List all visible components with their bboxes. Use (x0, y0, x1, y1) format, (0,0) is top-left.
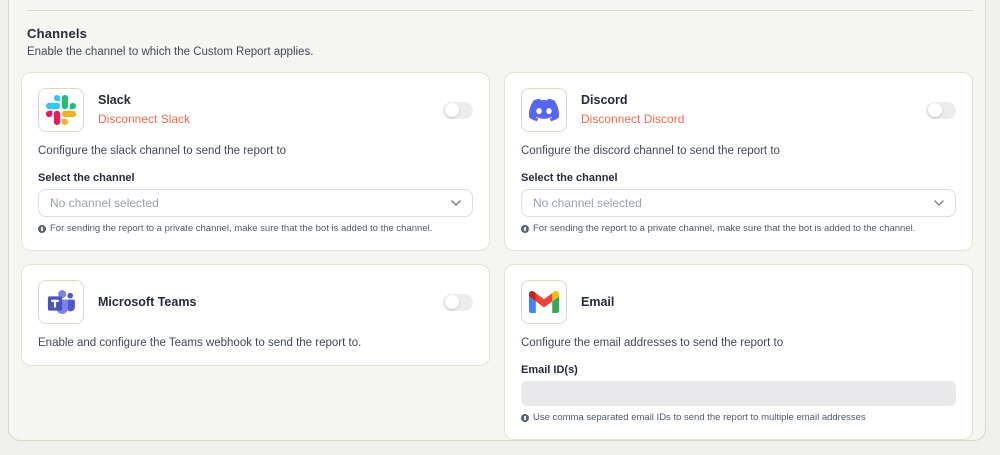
info-icon (521, 225, 529, 233)
discord-note: For sending the report to a private chan… (521, 223, 956, 234)
info-icon (521, 414, 529, 422)
slack-note: For sending the report to a private chan… (38, 223, 473, 234)
slack-card-title: Slack (98, 93, 190, 107)
slack-card-header: Slack Disconnect Slack (38, 88, 473, 132)
discord-note-text: For sending the report to a private chan… (533, 223, 915, 234)
discord-toggle[interactable] (926, 102, 956, 119)
discord-icon (521, 88, 567, 132)
email-card-titles: Email (581, 295, 614, 309)
channels-section-header: Channels Enable the channel to which the… (27, 26, 973, 58)
discord-card-title: Discord (581, 93, 684, 107)
email-card-header: Email (521, 280, 956, 324)
slack-icon (38, 88, 84, 132)
teams-toggle-knob (445, 295, 459, 309)
chevron-down-icon (934, 200, 944, 207)
discord-channel-select[interactable]: No channel selected (521, 189, 956, 217)
email-note: Use comma separated email IDs to send th… (521, 412, 956, 423)
slack-card: Slack Disconnect Slack Configure the sla… (21, 72, 490, 251)
teams-card-titles: Microsoft Teams (98, 295, 196, 309)
info-icon (38, 225, 46, 233)
teams-card-title: Microsoft Teams (98, 295, 196, 309)
microsoft-teams-icon (38, 280, 84, 324)
slack-select-label: Select the channel (38, 172, 473, 184)
discord-toggle-knob (928, 103, 942, 117)
gmail-icon (521, 280, 567, 324)
channel-cards-grid: Slack Disconnect Slack Configure the sla… (21, 72, 973, 440)
page-title: Channels (27, 26, 973, 41)
disconnect-slack-link[interactable]: Disconnect Slack (98, 112, 190, 126)
chevron-down-icon (451, 200, 461, 207)
page-subtitle: Enable the channel to which the Custom R… (27, 46, 973, 58)
slack-select-value: No channel selected (50, 196, 159, 210)
slack-channel-select[interactable]: No channel selected (38, 189, 473, 217)
discord-card-titles: Discord Disconnect Discord (581, 93, 684, 128)
slack-toggle[interactable] (443, 102, 473, 119)
discord-description: Configure the discord channel to send th… (521, 145, 956, 157)
email-card-title: Email (581, 295, 614, 309)
discord-card: Discord Disconnect Discord Configure the… (504, 72, 973, 251)
slack-toggle-knob (445, 103, 459, 117)
email-ids-input[interactable] (521, 381, 956, 406)
slack-note-text: For sending the report to a private chan… (50, 223, 432, 234)
teams-description: Enable and configure the Teams webhook t… (38, 337, 473, 349)
settings-panel: Channels Enable the channel to which the… (8, 0, 986, 441)
email-note-text: Use comma separated email IDs to send th… (533, 412, 866, 423)
discord-card-header: Discord Disconnect Discord (521, 88, 956, 132)
discord-select-value: No channel selected (533, 196, 642, 210)
teams-toggle[interactable] (443, 294, 473, 311)
slack-card-titles: Slack Disconnect Slack (98, 93, 190, 128)
section-divider (27, 10, 973, 11)
teams-card-header: Microsoft Teams (38, 280, 473, 324)
email-card: Email Configure the email addresses to s… (504, 264, 973, 440)
slack-description: Configure the slack channel to send the … (38, 145, 473, 157)
teams-card: Microsoft Teams Enable and configure the… (21, 264, 490, 366)
disconnect-discord-link[interactable]: Disconnect Discord (581, 112, 684, 126)
email-description: Configure the email addresses to send th… (521, 337, 956, 349)
email-ids-label: Email ID(s) (521, 364, 956, 376)
discord-select-label: Select the channel (521, 172, 956, 184)
